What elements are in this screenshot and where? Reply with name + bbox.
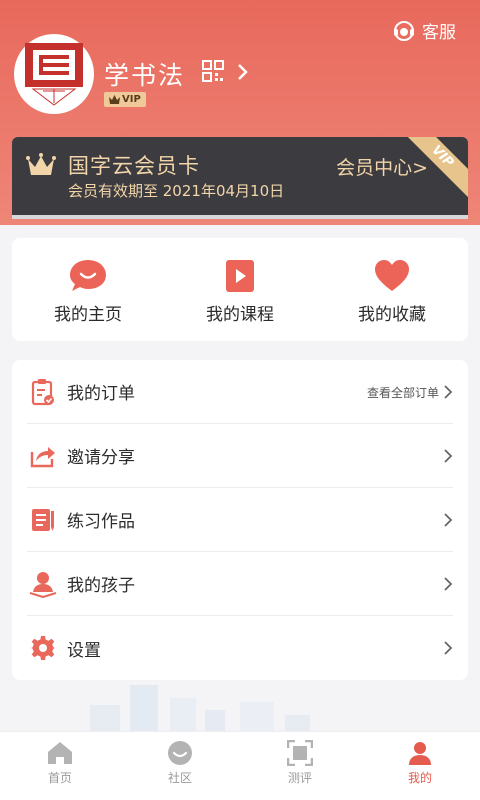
quick-action-favorites[interactable]: 我的收藏	[316, 238, 468, 341]
menu-item-practice-works[interactable]: 练习作品	[27, 488, 453, 552]
crown-icon	[26, 153, 56, 175]
quick-actions: 我的主页 我的课程 我的收藏	[12, 238, 468, 341]
username[interactable]: 学书法	[104, 56, 185, 92]
customer-service-button[interactable]: 客服	[392, 18, 456, 43]
menu-item-label: 邀请分享	[67, 448, 135, 468]
order-clipboard-icon	[29, 378, 57, 406]
qr-code-icon[interactable]	[202, 60, 224, 82]
tab-label: 测评	[287, 771, 312, 785]
quick-action-courses[interactable]: 我的课程	[164, 238, 316, 341]
chevron-right-icon	[443, 552, 453, 616]
member-center-link[interactable]: 会员中心>	[336, 153, 428, 180]
tab-assessment[interactable]: 测评	[240, 732, 360, 800]
tab-label: 社区	[167, 771, 192, 785]
tab-mine[interactable]: 我的	[360, 732, 480, 800]
tab-label: 首页	[47, 771, 72, 785]
view-all-orders-link[interactable]: 查看全部订单	[367, 360, 453, 424]
menu-item-label: 我的孩子	[67, 576, 135, 596]
quick-action-label: 我的主页	[54, 305, 122, 325]
quick-action-homepage[interactable]: 我的主页	[12, 238, 164, 341]
tab-label: 我的	[407, 771, 432, 785]
chevron-right-icon	[443, 488, 453, 552]
chat-bubble-icon	[70, 260, 106, 291]
settings-menu: 我的订单 查看全部订单 邀请分享 练习作品 我的孩子 设置	[12, 360, 468, 680]
member-card-title: 国字云会员卡	[68, 154, 200, 178]
menu-item-invite-share[interactable]: 邀请分享	[27, 424, 453, 488]
menu-item-my-children[interactable]: 我的孩子	[27, 552, 453, 616]
chevron-right-icon[interactable]	[236, 63, 250, 81]
settings-gear-icon	[29, 634, 57, 662]
scan-icon	[287, 740, 313, 766]
calligraphy-logo-icon	[25, 43, 83, 106]
view-all-orders-label: 查看全部订单	[366, 385, 439, 400]
play-book-icon	[226, 260, 254, 292]
city-skyline-decoration	[90, 685, 310, 735]
vip-badge: VIP	[104, 92, 146, 107]
crown-icon	[109, 95, 120, 104]
chevron-right-icon	[443, 616, 453, 680]
quick-action-label: 我的收藏	[358, 305, 426, 325]
vip-badge-label: VIP	[122, 94, 141, 105]
quick-action-label: 我的课程	[206, 305, 274, 325]
chevron-right-icon	[443, 424, 453, 488]
community-icon	[168, 741, 192, 765]
profile-icon	[409, 742, 431, 765]
chevron-right-icon	[444, 385, 453, 399]
menu-item-label: 练习作品	[67, 512, 135, 532]
member-validity: 会员有效期至 2021年04月10日	[68, 182, 285, 200]
home-icon	[48, 742, 72, 764]
member-card[interactable]: 国字云会员卡 会员有效期至 2021年04月10日 会员中心> VIP	[12, 137, 468, 215]
avatar[interactable]	[14, 34, 94, 114]
tab-home[interactable]: 首页	[0, 732, 120, 800]
menu-item-settings[interactable]: 设置	[27, 616, 453, 680]
bottom-tab-bar: 首页 社区 测评 我的	[0, 731, 480, 800]
child-user-icon	[29, 570, 57, 598]
customer-service-label: 客服	[422, 23, 456, 43]
menu-item-orders[interactable]: 我的订单 查看全部订单	[27, 360, 453, 424]
heart-icon	[375, 260, 409, 291]
notebook-icon	[29, 506, 57, 534]
menu-item-label: 设置	[67, 640, 101, 661]
headset-icon	[394, 20, 414, 41]
menu-item-label: 我的订单	[67, 384, 135, 404]
share-icon	[29, 442, 57, 470]
tab-community[interactable]: 社区	[120, 732, 240, 800]
